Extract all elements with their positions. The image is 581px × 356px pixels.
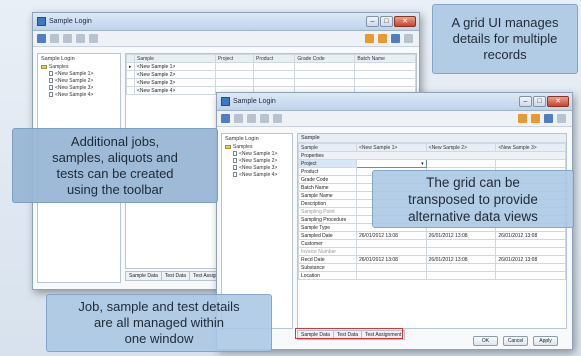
- filter-icon[interactable]: [531, 114, 540, 123]
- front-toolbar: [217, 111, 572, 127]
- grid-col-sample[interactable]: Sample: [298, 143, 357, 152]
- tree-item-sample-3[interactable]: <New Sample 3>: [41, 85, 120, 92]
- tree-item-sample-2[interactable]: <New Sample 2>: [41, 78, 120, 85]
- table-row[interactable]: ▸ <New Sample 1>: [126, 62, 416, 71]
- table-row[interactable]: Recd Date 26/01/2012 13:08 26/01/2012 13:0…: [298, 255, 566, 264]
- folder-icon: [225, 144, 231, 149]
- grid-corner: [126, 54, 135, 63]
- back-window-title: Sample Login: [49, 18, 92, 25]
- table-row[interactable]: Project ▾: [298, 159, 566, 168]
- app-icon: [221, 97, 230, 106]
- table-row[interactable]: Location: [298, 271, 566, 280]
- delete-icon[interactable]: [89, 34, 98, 43]
- front-window-titlebar: Sample Login – □ ✕: [217, 93, 572, 111]
- tree-item-samples[interactable]: Samples: [225, 144, 292, 151]
- back-tabs: Sample Data Test Data Test Assign: [125, 271, 223, 281]
- grid-header-project[interactable]: Project: [214, 54, 255, 63]
- folder-icon: [41, 64, 47, 69]
- sample-icon: [233, 158, 237, 164]
- new-aliquot-icon[interactable]: [63, 34, 72, 43]
- tree-item-sample-1[interactable]: <New Sample 1>: [225, 151, 292, 158]
- back-window-titlebar: Sample Login – □ ✕: [33, 13, 419, 31]
- app-icon: [37, 17, 46, 26]
- delete-icon[interactable]: [273, 114, 282, 123]
- sample-icon: [233, 172, 237, 178]
- grid-col-sample-2[interactable]: <New Sample 2>: [425, 143, 497, 152]
- sample-icon: [49, 85, 53, 91]
- new-job-icon[interactable]: [37, 34, 46, 43]
- grid-col-sample-1[interactable]: <New Sample 1>: [356, 143, 427, 152]
- sample-icon: [49, 78, 53, 84]
- transpose-icon[interactable]: [365, 34, 374, 43]
- new-test-icon[interactable]: [76, 34, 85, 43]
- callout-grid-ui: A grid UI manages details for multiple r…: [432, 4, 578, 74]
- transpose-icon[interactable]: [518, 114, 527, 123]
- grid-header-product[interactable]: Product: [252, 54, 296, 63]
- cancel-button[interactable]: Cancel: [503, 336, 528, 346]
- back-grid: Sample Project Product Grade Code Batch …: [126, 54, 416, 95]
- new-test-icon[interactable]: [260, 114, 269, 123]
- close-button[interactable]: ✕: [394, 16, 416, 27]
- back-toolbar: [33, 31, 419, 47]
- ok-button[interactable]: OK: [473, 336, 498, 346]
- tab-sample-data[interactable]: Sample Data: [125, 271, 162, 281]
- grid-header-batch-name[interactable]: Batch Name: [354, 54, 416, 63]
- project-select[interactable]: ▾: [356, 159, 427, 168]
- grid-col-sample-3[interactable]: <New Sample 3>: [495, 143, 566, 152]
- table-row[interactable]: <New Sample 2>: [126, 70, 416, 79]
- tree-item-sample-3[interactable]: <New Sample 3>: [225, 165, 292, 172]
- tab-test-data[interactable]: Test Data: [160, 271, 191, 281]
- sample-icon: [49, 92, 53, 98]
- callout-transpose: The grid can be transposed to provide al…: [372, 170, 574, 228]
- tree-item-sample-2[interactable]: <New Sample 2>: [225, 158, 292, 165]
- new-job-icon[interactable]: [221, 114, 230, 123]
- grid-caption: Sample: [298, 134, 566, 143]
- apply-button[interactable]: Apply: [533, 336, 558, 346]
- refresh-icon[interactable]: [557, 114, 566, 123]
- table-row[interactable]: Substance: [298, 263, 566, 272]
- maximize-button[interactable]: □: [533, 96, 546, 107]
- grid-header-grade-code[interactable]: Grade Code: [294, 54, 356, 63]
- close-button[interactable]: ✕: [547, 96, 569, 107]
- maximize-button[interactable]: □: [380, 16, 393, 27]
- new-aliquot-icon[interactable]: [247, 114, 256, 123]
- minimize-button[interactable]: –: [519, 96, 532, 107]
- tabs-highlight: [295, 328, 403, 339]
- tree-item-sample-4[interactable]: <New Sample 4>: [41, 92, 120, 99]
- table-row[interactable]: Invoice Number: [298, 247, 566, 256]
- table-row[interactable]: Customer: [298, 239, 566, 248]
- table-row[interactable]: Sampled Date 26/01/2012 13:08 26/01/2012 1…: [298, 231, 566, 240]
- callout-single-window: Job, sample and test details are all man…: [46, 294, 272, 352]
- front-grid-pane: Sample Sample <New Sample 1> <New Sample…: [297, 133, 567, 329]
- chevron-down-icon[interactable]: ▾: [421, 161, 424, 167]
- grid-header-sample[interactable]: Sample: [134, 54, 216, 63]
- section-properties: Properties: [298, 151, 566, 160]
- sample-icon: [233, 165, 237, 171]
- new-sample-icon[interactable]: [50, 34, 59, 43]
- grid-icon[interactable]: [544, 114, 553, 123]
- callout-toolbar: Additional jobs, samples, aliquots and t…: [12, 128, 218, 203]
- tree-item-sample-1[interactable]: <New Sample 1>: [41, 71, 120, 78]
- refresh-icon[interactable]: [404, 34, 413, 43]
- front-window-title: Sample Login: [233, 98, 276, 105]
- new-sample-icon[interactable]: [234, 114, 243, 123]
- sample-icon: [233, 151, 237, 157]
- back-tree-title: Sample Login: [41, 56, 75, 62]
- filter-icon[interactable]: [378, 34, 387, 43]
- table-row[interactable]: <New Sample 3>: [126, 78, 416, 87]
- minimize-button[interactable]: –: [366, 16, 379, 27]
- sample-icon: [49, 71, 53, 77]
- grid-icon[interactable]: [391, 34, 400, 43]
- tree-item-sample-4[interactable]: <New Sample 4>: [225, 172, 292, 179]
- tree-item-samples[interactable]: Samples: [41, 64, 120, 71]
- front-tree-title: Sample Login: [225, 136, 259, 142]
